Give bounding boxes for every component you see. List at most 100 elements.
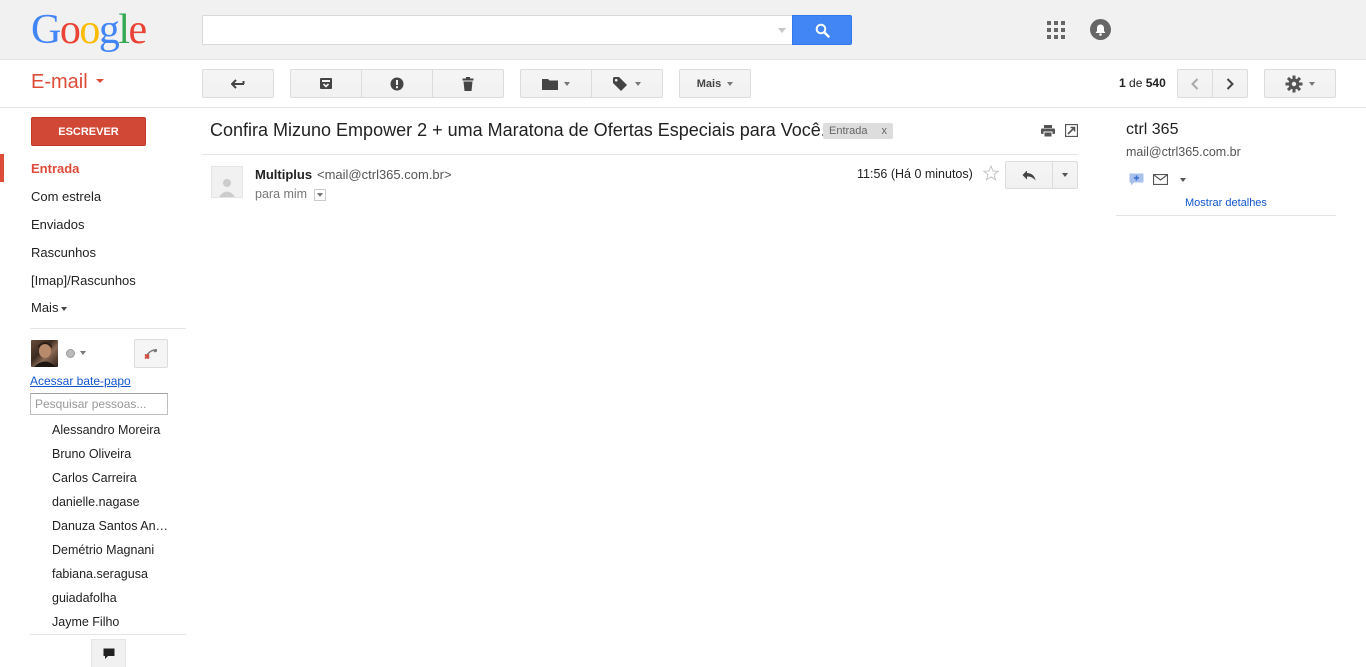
chat-toggle-button[interactable] (91, 639, 126, 667)
contact-card-email: mail@ctrl365.com.br (1126, 145, 1241, 159)
more-actions-button[interactable]: Mais (679, 69, 751, 98)
logo-letter: l (118, 7, 130, 53)
chevron-down-icon (564, 81, 570, 86)
gear-icon (1285, 75, 1303, 92)
contact-item[interactable]: Demétrio Magnani (52, 543, 170, 557)
chevron-down-icon[interactable] (1180, 177, 1186, 182)
logo-letter: G (31, 7, 61, 53)
more-actions-label: Mais (696, 77, 722, 90)
top-bar: Google (0, 0, 1366, 60)
access-chat-link[interactable]: Acessar bate-papo (30, 374, 131, 388)
people-search-input[interactable] (30, 393, 168, 415)
pagination-count: 1 de 540 (1119, 76, 1166, 90)
report-spam-button[interactable] (361, 69, 433, 98)
contact-item[interactable]: guiadafolha (52, 591, 170, 605)
sidebar-item-more[interactable]: Mais (31, 300, 68, 315)
open-in-new-window-icon[interactable] (1064, 123, 1079, 140)
google-logo[interactable]: Google (31, 6, 148, 54)
sender-name[interactable]: Multiplus (255, 167, 312, 182)
sidebar-divider (30, 328, 186, 329)
move-to-button[interactable] (520, 69, 592, 98)
sender-email: <mail@ctrl365.com.br> (317, 167, 452, 182)
tag-icon (613, 76, 627, 91)
show-details-link[interactable]: Mostrar detalhes (1185, 197, 1267, 209)
sidebar-more-label: Mais (31, 300, 59, 315)
chevron-down-icon[interactable] (80, 351, 86, 355)
active-item-indicator (0, 154, 4, 182)
notifications-bell-icon[interactable] (1090, 19, 1111, 40)
archive-button[interactable] (290, 69, 362, 98)
logo-letter: o (79, 7, 100, 53)
chevron-down-icon (1062, 173, 1068, 177)
more-reply-options-button[interactable] (1052, 161, 1078, 189)
labels-button[interactable] (591, 69, 663, 98)
chevron-down-icon (61, 306, 68, 311)
sidebar-item-sent[interactable]: Enviados (31, 217, 84, 232)
remove-label-button[interactable]: x (882, 125, 888, 137)
reply-icon (1022, 170, 1036, 180)
sidebar-item-starred[interactable]: Com estrela (31, 189, 101, 204)
compose-button[interactable]: ESCREVER (31, 117, 146, 146)
subject-divider (202, 154, 1078, 155)
mail-envelope-icon[interactable] (1153, 174, 1168, 185)
logo-letter: o (59, 7, 81, 53)
contact-item[interactable]: Danuza Santos Andrade (52, 519, 170, 533)
trash-icon (462, 76, 474, 91)
label-chip-text: Entrada (829, 125, 868, 137)
apps-grid-icon[interactable] (1047, 21, 1065, 39)
chevron-down-icon (95, 78, 104, 83)
star-icon[interactable] (982, 164, 1000, 184)
chevron-down-icon (727, 81, 734, 86)
sidebar-item-drafts[interactable]: Rascunhos (31, 245, 96, 260)
recipient-summary: para mim (255, 187, 308, 201)
sidebar-divider (30, 634, 186, 635)
settings-button[interactable] (1264, 69, 1336, 98)
report-spam-icon (390, 77, 404, 90)
logo-letter: e (128, 7, 148, 53)
app-title-label: E-mail (31, 71, 88, 93)
delete-button[interactable] (432, 69, 504, 98)
folder-icon (542, 78, 558, 90)
search-options-caret-icon[interactable] (778, 28, 786, 33)
show-details-toggle[interactable] (314, 189, 326, 201)
newer-button[interactable] (1177, 69, 1213, 98)
label-chip[interactable]: Entrada x (823, 123, 894, 139)
print-icon[interactable] (1041, 125, 1055, 140)
contact-item[interactable]: Alessandro Moreira (52, 423, 170, 437)
message-subject: Confira Mizuno Empower 2 + uma Maratona … (210, 120, 826, 140)
contact-card-actions (1129, 173, 1186, 186)
contact-item[interactable]: Carlos Carreira (52, 471, 170, 485)
search-input[interactable] (203, 16, 763, 44)
contact-item[interactable]: fabiana.seragusa (52, 567, 170, 581)
search-box (202, 15, 792, 45)
person-placeholder-icon (219, 179, 235, 197)
sender-avatar[interactable] (211, 166, 243, 198)
contact-item[interactable]: Bruno Oliveira (52, 447, 170, 461)
contact-card-divider (1116, 215, 1336, 216)
contact-item[interactable]: Jayme Filho (52, 615, 170, 629)
chevron-down-icon (1309, 81, 1315, 86)
avatar[interactable] (31, 340, 58, 367)
back-arrow-icon (231, 78, 245, 89)
pager-total: 540 (1145, 76, 1166, 90)
phone-icon (144, 348, 157, 359)
pager-separator: de (1129, 76, 1143, 90)
back-to-inbox-button[interactable] (202, 69, 274, 98)
phone-call-button[interactable] (134, 339, 168, 368)
chevron-down-icon (317, 193, 323, 197)
sidebar-item-inbox[interactable]: Entrada (31, 161, 79, 176)
contact-item[interactable]: danielle.nagase (52, 495, 170, 509)
sidebar-item-imap-drafts[interactable]: [Imap]/Rascunhos (31, 273, 136, 288)
chat-status-icon[interactable] (66, 349, 75, 358)
older-button[interactable] (1212, 69, 1248, 98)
chat-bubble-icon (103, 648, 114, 659)
contact-card-name: ctrl 365 (1126, 121, 1179, 138)
chevron-down-icon (635, 81, 641, 86)
add-to-circles-icon[interactable] (1129, 173, 1144, 186)
app-switcher[interactable]: E-mail (31, 71, 104, 94)
search-button[interactable] (792, 15, 852, 45)
archive-icon (320, 78, 332, 89)
chevron-left-icon (1191, 77, 1199, 90)
reply-button[interactable] (1005, 161, 1053, 189)
pager-current: 1 (1119, 76, 1126, 90)
